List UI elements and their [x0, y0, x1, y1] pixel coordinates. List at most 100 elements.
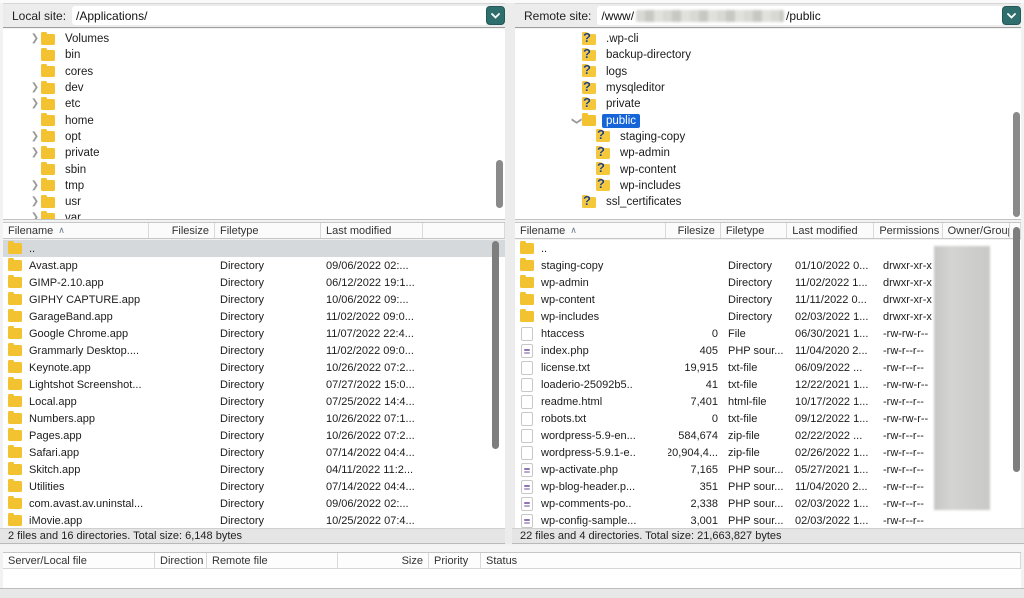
table-row[interactable]: com.avast.av.uninstal...Directory09/06/2…	[3, 495, 505, 512]
cell-name: wp-activate.php	[515, 461, 668, 478]
remote-tree-scrollbar[interactable]	[1013, 112, 1020, 217]
local-path-dropdown-button[interactable]	[486, 6, 505, 25]
tree-item-mysqleditor[interactable]: ?mysqleditor	[515, 80, 1021, 96]
tree-item-label: dev	[61, 81, 88, 95]
table-row[interactable]: Safari.appDirectory07/14/2022 04:4...	[3, 444, 505, 461]
folder-icon	[8, 277, 22, 288]
table-row[interactable]: GarageBand.appDirectory11/02/2022 09:0..…	[3, 308, 505, 325]
tree-item-private[interactable]: ❯private	[3, 145, 505, 161]
tree-item-sbin[interactable]: sbin	[3, 161, 505, 177]
queue-column-size[interactable]: Size	[338, 553, 429, 568]
table-row[interactable]: Pages.appDirectory10/26/2022 07:2...	[3, 427, 505, 444]
chevron-collapsed-icon[interactable]: ❯	[29, 34, 41, 44]
panel-divider[interactable]	[505, 3, 515, 544]
queue-column-priority[interactable]: Priority	[429, 553, 481, 568]
remote-directory-tree: ?.wp-cli?backup-directory?logs?mysqledit…	[515, 29, 1021, 220]
tree-item-private[interactable]: ?private	[515, 96, 1021, 112]
column-header-filetype[interactable]: Filetype	[721, 223, 787, 238]
cell-type: txt-file	[723, 359, 790, 376]
tree-item-etc[interactable]: ❯etc	[3, 96, 505, 112]
remote-path-dropdown-button[interactable]	[1002, 6, 1021, 25]
queue-column-direction[interactable]: Direction	[155, 553, 207, 568]
table-row[interactable]: Lightshot Screenshot...Directory07/27/20…	[3, 376, 505, 393]
cell-name: Numbers.app	[3, 410, 149, 427]
table-row[interactable]: Grammarly Desktop....Directory11/02/2022…	[3, 342, 505, 359]
table-row[interactable]: Local.appDirectory07/25/2022 14:4...	[3, 393, 505, 410]
chevron-expanded-icon[interactable]: ❯	[571, 115, 581, 127]
chevron-collapsed-icon[interactable]: ❯	[29, 197, 41, 207]
table-row[interactable]: wp-config-sample...3,001PHP sour...02/03…	[515, 512, 1021, 528]
tree-item-tmp[interactable]: ❯ tmp	[3, 178, 505, 194]
chevron-collapsed-icon[interactable]: ❯	[29, 213, 41, 220]
tree-item-wp-admin[interactable]: ?wp-admin	[515, 145, 1021, 161]
tree-item-dev[interactable]: ❯ dev	[3, 80, 505, 96]
folder-icon	[8, 379, 22, 390]
chevron-collapsed-icon[interactable]: ❯	[29, 148, 41, 158]
column-header-owner-group[interactable]: Owner/Group	[943, 223, 1010, 238]
folder-question-icon: ?	[596, 148, 610, 159]
local-list-scrollbar[interactable]	[492, 241, 499, 449]
php-file-icon	[520, 481, 534, 492]
tree-item-volumes[interactable]: ❯Volumes	[3, 31, 505, 47]
cell-type: Directory	[215, 359, 321, 376]
tree-item-ssl-certificates[interactable]: ?ssl_certificates	[515, 194, 1021, 210]
chevron-collapsed-icon[interactable]: ❯	[29, 83, 41, 93]
table-row[interactable]: iMovie.appDirectory10/25/2022 07:4...	[3, 512, 505, 528]
transfer-queue-list[interactable]	[3, 569, 1021, 588]
tree-item-backup-directory[interactable]: ?backup-directory	[515, 47, 1021, 63]
cell-name: GIMP-2.10.app	[3, 274, 149, 291]
queue-column-server-local-file[interactable]: Server/Local file	[3, 553, 155, 568]
table-row[interactable]: UtilitiesDirectory07/14/2022 04:4...	[3, 478, 505, 495]
table-row[interactable]: Google Chrome.appDirectory11/07/2022 22:…	[3, 325, 505, 342]
tree-item--wp-cli[interactable]: ?.wp-cli	[515, 31, 1021, 47]
tree-item-label: tmp	[61, 179, 88, 193]
table-row[interactable]: Keynote.appDirectory10/26/2022 07:2...	[3, 359, 505, 376]
tree-item-opt[interactable]: ❯opt	[3, 129, 505, 145]
file-icon	[520, 328, 534, 339]
chevron-collapsed-icon[interactable]: ❯	[29, 181, 41, 191]
queue-column-status[interactable]: Status	[481, 553, 1021, 568]
folder-question-icon: ?	[596, 180, 610, 191]
column-header-filename[interactable]: Filename∧	[3, 223, 149, 238]
chevron-collapsed-icon[interactable]: ❯	[29, 132, 41, 142]
tree-item-label: bin	[61, 48, 84, 62]
local-list-header: Filename∧ Filesize Filetype Last modifie…	[3, 222, 505, 239]
tree-item-usr[interactable]: ❯usr	[3, 194, 505, 210]
tree-item-home[interactable]: home	[3, 112, 505, 128]
file-icon	[520, 447, 534, 458]
column-header-filename[interactable]: Filename∧	[515, 223, 666, 238]
tree-item-bin[interactable]: bin	[3, 47, 505, 63]
local-path-input[interactable]: /Applications/	[72, 6, 486, 25]
cell-name: Google Chrome.app	[3, 325, 149, 342]
tree-item-cores[interactable]: cores	[3, 64, 505, 80]
cell-modified: 06/30/2021 1...	[790, 325, 878, 342]
column-header-filesize[interactable]: Filesize	[666, 223, 721, 238]
table-row[interactable]: Avast.appDirectory09/06/2022 02:...	[3, 257, 505, 274]
tree-item-wp-includes[interactable]: ?wp-includes	[515, 178, 1021, 194]
folder-icon	[41, 164, 55, 175]
cell-type: Directory	[215, 291, 321, 308]
column-header-last-modified[interactable]: Last modified	[321, 223, 423, 238]
remote-list-scrollbar[interactable]	[1013, 227, 1020, 472]
queue-column-remote-file[interactable]: Remote file	[207, 553, 338, 568]
column-header-filesize[interactable]: Filesize	[149, 223, 215, 238]
column-header-filetype[interactable]: Filetype	[215, 223, 321, 238]
tree-item-staging-copy[interactable]: ?staging-copy	[515, 129, 1021, 145]
cell-type: Directory	[723, 308, 790, 325]
column-header-permissions[interactable]: Permissions	[874, 223, 942, 238]
table-row[interactable]: GIMP-2.10.appDirectory06/12/2022 19:1...	[3, 274, 505, 291]
tree-item-wp-content[interactable]: ?wp-content	[515, 161, 1021, 177]
table-row[interactable]: Numbers.appDirectory10/26/2022 07:1...	[3, 410, 505, 427]
chevron-collapsed-icon[interactable]: ❯	[29, 99, 41, 109]
cell-modified: 11/07/2022 22:4...	[321, 325, 423, 342]
table-row[interactable]: ..	[3, 240, 505, 257]
tree-item-var[interactable]: ❯var	[3, 210, 505, 220]
table-row[interactable]: GIPHY CAPTURE.appDirectory10/06/2022 09:…	[3, 291, 505, 308]
tree-item-logs[interactable]: ?logs	[515, 64, 1021, 80]
tree-item-public[interactable]: ❯public	[515, 112, 1021, 128]
remote-path-input[interactable]: /www/ /public	[597, 6, 1002, 25]
table-row[interactable]: Skitch.appDirectory04/11/2022 11:2...	[3, 461, 505, 478]
local-tree-scrollbar[interactable]	[496, 160, 503, 208]
cell-type: Directory	[215, 393, 321, 410]
column-header-last-modified[interactable]: Last modified	[787, 223, 874, 238]
